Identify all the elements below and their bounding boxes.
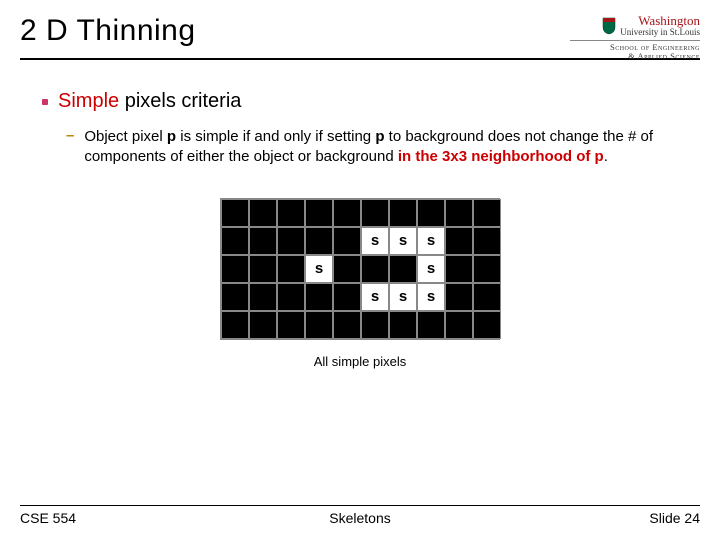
pixel-filled bbox=[445, 227, 473, 255]
university-logo: Washington University in St.Louis School… bbox=[570, 14, 700, 62]
shield-icon bbox=[602, 17, 616, 35]
pixel-filled bbox=[221, 199, 249, 227]
pixel-filled bbox=[305, 311, 333, 339]
footer-rule bbox=[20, 505, 700, 506]
pixel-filled bbox=[445, 199, 473, 227]
sub-p4: p bbox=[375, 128, 384, 145]
pixel-filled bbox=[221, 311, 249, 339]
grid-figure: ssssssss All simple pixels bbox=[220, 198, 500, 369]
pixel-filled bbox=[333, 199, 361, 227]
pixel-filled bbox=[361, 199, 389, 227]
bullet-icon bbox=[42, 99, 48, 105]
school-line2: & Applied Science bbox=[628, 51, 700, 61]
pixel-filled bbox=[277, 283, 305, 311]
pixel-filled bbox=[445, 283, 473, 311]
pixel-filled bbox=[249, 283, 277, 311]
university-subline: University in St.Louis bbox=[620, 28, 700, 37]
pixel-empty: s bbox=[389, 227, 417, 255]
pixel-filled bbox=[333, 283, 361, 311]
pixel-filled bbox=[389, 199, 417, 227]
pixel-filled bbox=[445, 255, 473, 283]
pixel-filled bbox=[277, 311, 305, 339]
pixel-filled bbox=[277, 227, 305, 255]
pixel-filled bbox=[333, 255, 361, 283]
university-word: Washington bbox=[638, 13, 700, 28]
pixel-filled bbox=[249, 199, 277, 227]
pixel-filled bbox=[473, 227, 501, 255]
pixel-filled bbox=[473, 199, 501, 227]
pixel-filled bbox=[249, 311, 277, 339]
pixel-filled bbox=[277, 199, 305, 227]
pixel-empty: s bbox=[361, 227, 389, 255]
bullet-lead: Simple bbox=[58, 90, 119, 112]
pixel-empty: s bbox=[417, 283, 445, 311]
dash-icon: – bbox=[66, 127, 74, 144]
pixel-empty: s bbox=[417, 227, 445, 255]
bullet-level2: – Object pixel p is simple if and only i… bbox=[66, 127, 678, 168]
footer-center: Skeletons bbox=[0, 510, 720, 526]
pixel-filled bbox=[305, 227, 333, 255]
pixel-filled bbox=[473, 311, 501, 339]
pixel-empty: s bbox=[389, 283, 417, 311]
pixel-filled bbox=[221, 283, 249, 311]
pixel-grid: ssssssss bbox=[220, 198, 500, 340]
pixel-filled bbox=[333, 311, 361, 339]
pixel-filled bbox=[417, 311, 445, 339]
pixel-filled bbox=[305, 199, 333, 227]
sub-text: Object pixel p is simple if and only if … bbox=[84, 127, 678, 168]
slide-body: Simple pixels criteria – Object pixel p … bbox=[0, 60, 720, 369]
pixel-filled bbox=[221, 255, 249, 283]
pixel-filled bbox=[333, 227, 361, 255]
sub-p6: in the 3x3 neighborhood of p bbox=[398, 148, 604, 165]
sub-p1: Object pixel bbox=[84, 128, 167, 145]
school-name: School of Engineering & Applied Science bbox=[570, 40, 700, 62]
sub-p2: p bbox=[167, 128, 176, 145]
university-name: Washington University in St.Louis bbox=[620, 14, 700, 37]
slide-footer: Skeletons CSE 554 Slide 24 bbox=[0, 505, 720, 526]
pixel-filled bbox=[361, 311, 389, 339]
pixel-filled bbox=[473, 255, 501, 283]
pixel-filled bbox=[417, 199, 445, 227]
sub-p3: is simple if and only if setting bbox=[176, 128, 375, 145]
pixel-filled bbox=[277, 255, 305, 283]
bullet-level1: Simple pixels criteria bbox=[42, 90, 678, 113]
pixel-filled bbox=[473, 283, 501, 311]
bullet-text: Simple pixels criteria bbox=[58, 90, 241, 113]
slide: Washington University in St.Louis School… bbox=[0, 0, 720, 540]
pixel-filled bbox=[249, 255, 277, 283]
pixel-filled bbox=[389, 311, 417, 339]
bullet-rest: pixels criteria bbox=[119, 90, 241, 112]
logo-top-row: Washington University in St.Louis bbox=[570, 14, 700, 37]
pixel-filled bbox=[445, 311, 473, 339]
pixel-filled bbox=[221, 227, 249, 255]
pixel-empty: s bbox=[305, 255, 333, 283]
pixel-empty: s bbox=[417, 255, 445, 283]
pixel-filled bbox=[389, 255, 417, 283]
sub-p7: . bbox=[604, 148, 608, 165]
pixel-empty: s bbox=[361, 283, 389, 311]
pixel-filled bbox=[249, 227, 277, 255]
grid-caption: All simple pixels bbox=[220, 354, 500, 369]
pixel-filled bbox=[361, 255, 389, 283]
pixel-filled bbox=[305, 283, 333, 311]
